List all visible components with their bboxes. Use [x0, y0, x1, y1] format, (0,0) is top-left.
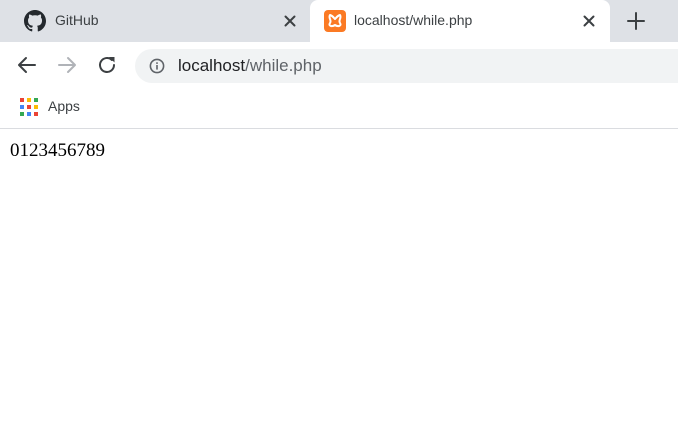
tab-localhost[interactable]: localhost/while.php	[310, 0, 610, 42]
close-icon[interactable]	[581, 13, 597, 29]
url-host: localhost	[178, 56, 246, 75]
tab-github[interactable]: GitHub	[0, 0, 310, 42]
close-icon[interactable]	[282, 13, 298, 29]
tab-strip: GitHub localhost/while.php	[0, 0, 678, 42]
new-tab-plus-icon[interactable]	[626, 11, 646, 31]
tab-title: GitHub	[55, 12, 99, 28]
forward-arrow-icon[interactable]	[56, 54, 78, 76]
url-path: /while.php	[245, 56, 322, 75]
address-bar[interactable]: localhost/while.php	[135, 49, 678, 83]
toolbar: localhost/while.php	[0, 42, 678, 88]
back-arrow-icon[interactable]	[16, 54, 38, 76]
info-icon[interactable]	[149, 58, 165, 74]
page-output-text: 0123456789	[10, 140, 105, 161]
page-content: 0123456789	[0, 129, 678, 423]
bookmarks-bar: Apps	[0, 88, 678, 129]
xampp-icon	[324, 10, 346, 32]
url-text[interactable]: localhost/while.php	[178, 56, 322, 76]
apps-grid-icon[interactable]	[20, 98, 38, 116]
tab-title: localhost/while.php	[354, 12, 473, 28]
reload-icon[interactable]	[96, 54, 118, 76]
apps-bookmark-label[interactable]: Apps	[48, 98, 80, 114]
github-icon	[24, 10, 46, 32]
